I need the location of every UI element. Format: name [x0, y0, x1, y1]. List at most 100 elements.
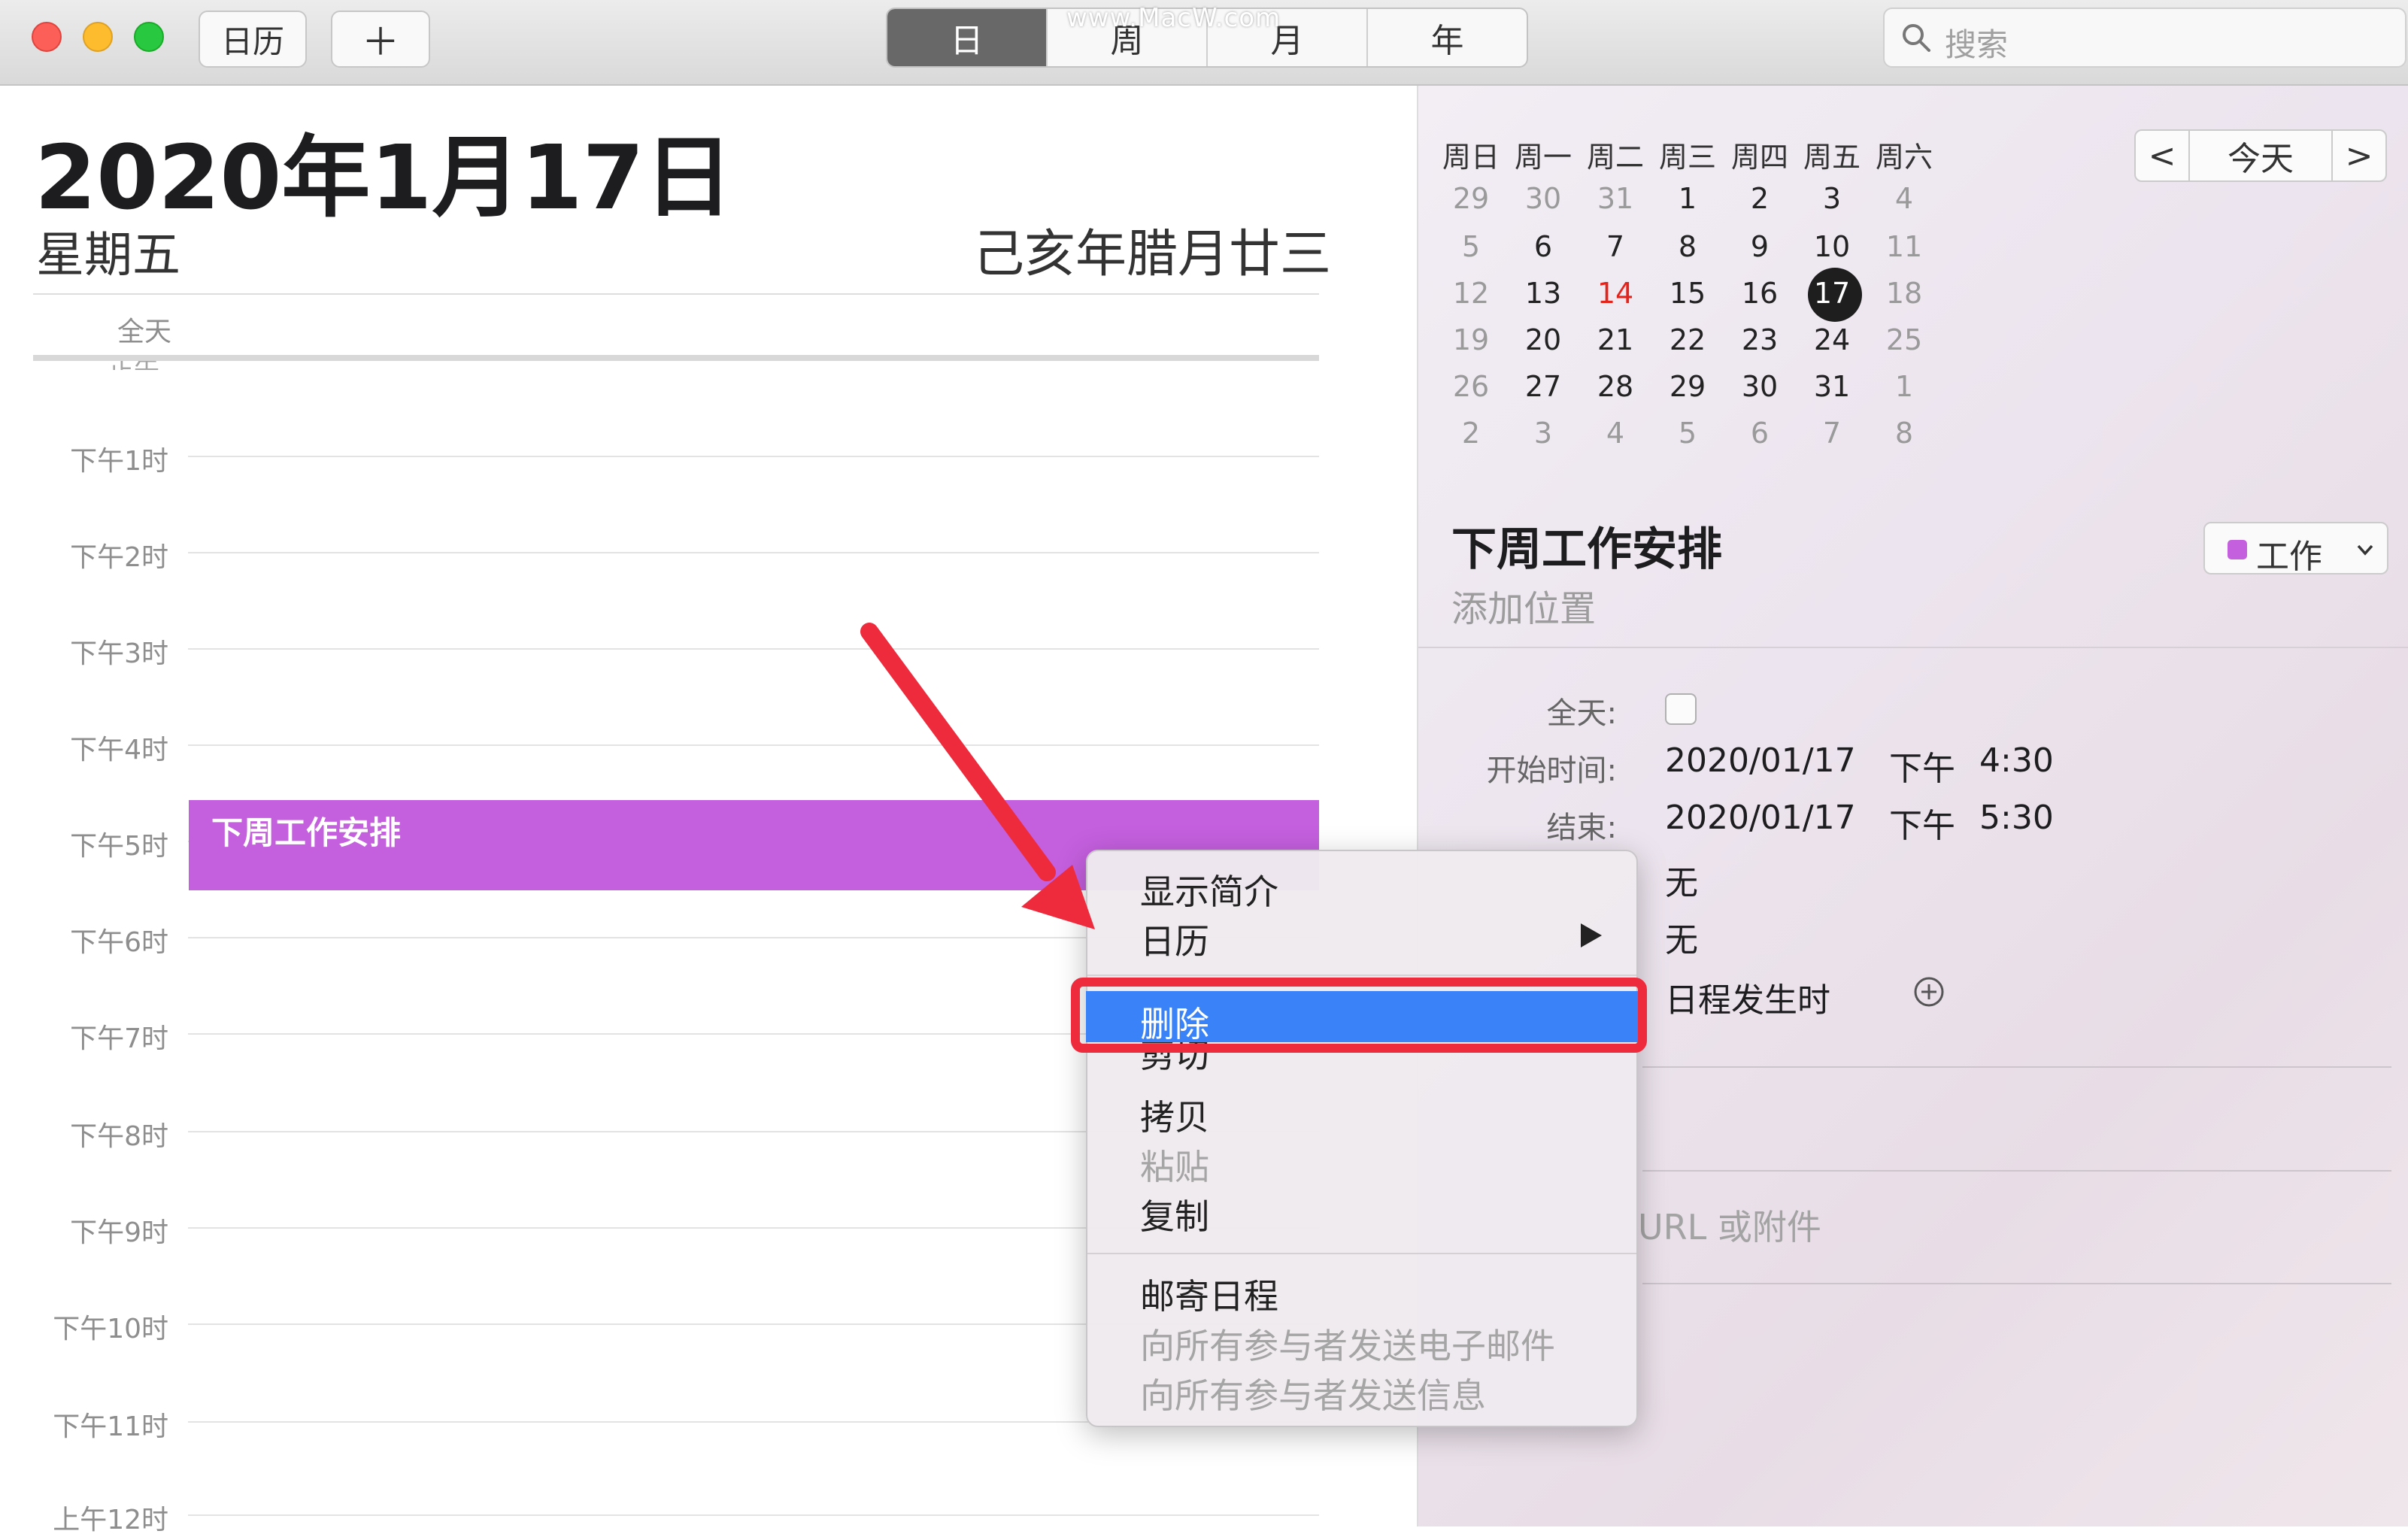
mini-calendar-day[interactable]: 25: [1868, 323, 1940, 356]
travel-time-value[interactable]: 无: [1665, 913, 1698, 961]
mini-calendar-day[interactable]: 2: [1724, 182, 1796, 215]
hour-label: 下午7时: [70, 1023, 168, 1054]
mini-calendar-day[interactable]: 20: [1507, 323, 1579, 356]
watermark: www.MacW.com: [1066, 3, 1281, 33]
all-day-checkbox[interactable]: [1665, 693, 1697, 725]
toolbar: 日历 ＋ 日 周 月 年 www.MacW.com 搜索: [0, 0, 2408, 86]
hour-line: [188, 744, 1319, 746]
url-attachment-field[interactable]: URL 或附件: [1638, 1200, 1821, 1250]
mini-calendar-day[interactable]: 1: [1868, 370, 1940, 403]
mini-calendar-day[interactable]: 10: [1796, 230, 1868, 263]
search-field[interactable]: 搜索: [1883, 8, 2406, 68]
hour-line: [188, 456, 1319, 457]
minimize-window-button[interactable]: [83, 22, 113, 52]
mini-calendar-day[interactable]: 28: [1579, 370, 1651, 403]
mini-calendar-day[interactable]: 4: [1868, 182, 1940, 215]
hour-label: 下午9时: [70, 1217, 168, 1248]
mini-calendar-day[interactable]: 3: [1507, 417, 1579, 450]
start-ampm[interactable]: 下午: [1889, 741, 1955, 790]
mini-calendar-day[interactable]: 15: [1651, 277, 1724, 310]
alert-value[interactable]: 日程发生时: [1665, 973, 1830, 1021]
section-divider: [1642, 1283, 2391, 1284]
menu-separator: [1087, 975, 1636, 976]
header-divider: [33, 293, 1319, 295]
date-title: 2020年1月17日: [35, 126, 733, 229]
mini-calendar-day[interactable]: 1: [1651, 182, 1724, 215]
hour-row: 下午1时: [0, 446, 1319, 477]
prev-day-button[interactable]: <: [2134, 129, 2190, 182]
weekday-header: 周六: [1875, 141, 1933, 174]
calendars-button[interactable]: 日历: [199, 11, 307, 68]
mini-calendar-day[interactable]: 14: [1579, 277, 1651, 310]
start-date[interactable]: 2020/01/17: [1665, 741, 1856, 780]
menu-item-copy[interactable]: 拷贝: [1140, 1090, 1209, 1140]
hour-row: 下午3时: [0, 638, 1319, 669]
mini-calendar-day[interactable]: 13: [1507, 277, 1579, 310]
mini-calendar-day[interactable]: 18: [1868, 277, 1940, 310]
mini-calendar-day[interactable]: 31: [1579, 182, 1651, 215]
next-day-button[interactable]: >: [2331, 129, 2387, 182]
mini-calendar-day[interactable]: 2: [1435, 417, 1507, 450]
hour-label: 下午6时: [70, 927, 168, 958]
submenu-arrow-icon: [1581, 923, 1602, 947]
mini-calendar-day[interactable]: 7: [1796, 417, 1868, 450]
mini-calendar-day[interactable]: 31: [1796, 370, 1868, 403]
lunar-date: 己亥年腊月廿三: [972, 225, 1331, 284]
event-title[interactable]: 下周工作安排: [1451, 513, 1722, 578]
mini-calendar-day[interactable]: 21: [1579, 323, 1651, 356]
hour-label: 下午4时: [70, 735, 168, 765]
event-block-title: 下周工作安排: [211, 814, 402, 851]
calendar-picker[interactable]: 工作: [2203, 522, 2388, 576]
mini-calendar-day[interactable]: 5: [1651, 417, 1724, 450]
mini-calendar-day[interactable]: 17: [1796, 277, 1868, 310]
mini-calendar-day[interactable]: 6: [1724, 417, 1796, 450]
end-time[interactable]: 5:30: [1979, 799, 2054, 837]
mini-calendar-day[interactable]: 8: [1868, 417, 1940, 450]
mini-calendar-day[interactable]: 11: [1868, 230, 1940, 263]
mini-calendar-day[interactable]: 24: [1796, 323, 1868, 356]
context-menu: 显示简介 日历 删除 剪切 拷贝 粘贴 复制 邮寄日程 向所有参与者发送电子邮件…: [1086, 850, 1638, 1427]
calendar-picker-label: 工作: [2256, 538, 2322, 576]
menu-separator: [1087, 1253, 1636, 1254]
menu-item-calendar[interactable]: 日历: [1140, 914, 1209, 964]
mini-calendar-day[interactable]: 30: [1724, 370, 1796, 403]
mini-calendar-day[interactable]: 12: [1435, 277, 1507, 310]
mini-calendar-day[interactable]: 8: [1651, 230, 1724, 263]
end-date[interactable]: 2020/01/17: [1665, 799, 1856, 837]
search-icon: [1903, 24, 1930, 52]
location-field[interactable]: 添加位置: [1451, 579, 1596, 632]
mini-calendar-day[interactable]: 23: [1724, 323, 1796, 356]
end-ampm[interactable]: 下午: [1889, 799, 1955, 847]
mini-calendar-day[interactable]: 9: [1724, 230, 1796, 263]
menu-item-duplicate[interactable]: 复制: [1140, 1190, 1209, 1239]
mini-calendar-day[interactable]: 5: [1435, 230, 1507, 263]
mini-calendar-day[interactable]: 26: [1435, 370, 1507, 403]
today-button[interactable]: 今天: [2188, 129, 2333, 182]
mini-calendar-day[interactable]: 29: [1435, 182, 1507, 215]
menu-item-paste: 粘贴: [1140, 1147, 1209, 1187]
menu-item-mail-event[interactable]: 邮寄日程: [1140, 1269, 1278, 1319]
weekday-label: 星期五: [36, 228, 180, 283]
mini-calendar-day[interactable]: 3: [1796, 182, 1868, 215]
mini-calendar-day[interactable]: 16: [1724, 277, 1796, 310]
close-window-button[interactable]: [32, 22, 62, 52]
all-day-field-label: 全天:: [1546, 696, 1617, 731]
repeat-value[interactable]: 无: [1665, 856, 1698, 904]
add-event-button[interactable]: ＋: [331, 11, 430, 68]
zoom-window-button[interactable]: [134, 22, 164, 52]
mini-calendar-day[interactable]: 19: [1435, 323, 1507, 356]
mini-calendar-day[interactable]: 6: [1507, 230, 1579, 263]
start-time-label: 开始时间:: [1486, 753, 1617, 788]
mini-calendar-day[interactable]: 30: [1507, 182, 1579, 215]
mini-calendar-day[interactable]: 29: [1651, 370, 1724, 403]
mini-calendar-day[interactable]: 7: [1579, 230, 1651, 263]
mini-calendar-day[interactable]: 27: [1507, 370, 1579, 403]
tab-year[interactable]: 年: [1366, 9, 1527, 66]
tab-day[interactable]: 日: [887, 9, 1046, 66]
mini-calendar-day[interactable]: 4: [1579, 417, 1651, 450]
menu-item-show-info[interactable]: 显示简介: [1140, 865, 1278, 914]
mini-calendar-day[interactable]: 22: [1651, 323, 1724, 356]
hour-line: [188, 1514, 1319, 1516]
add-alert-icon[interactable]: [1913, 976, 1945, 1008]
start-time[interactable]: 4:30: [1979, 741, 2054, 780]
